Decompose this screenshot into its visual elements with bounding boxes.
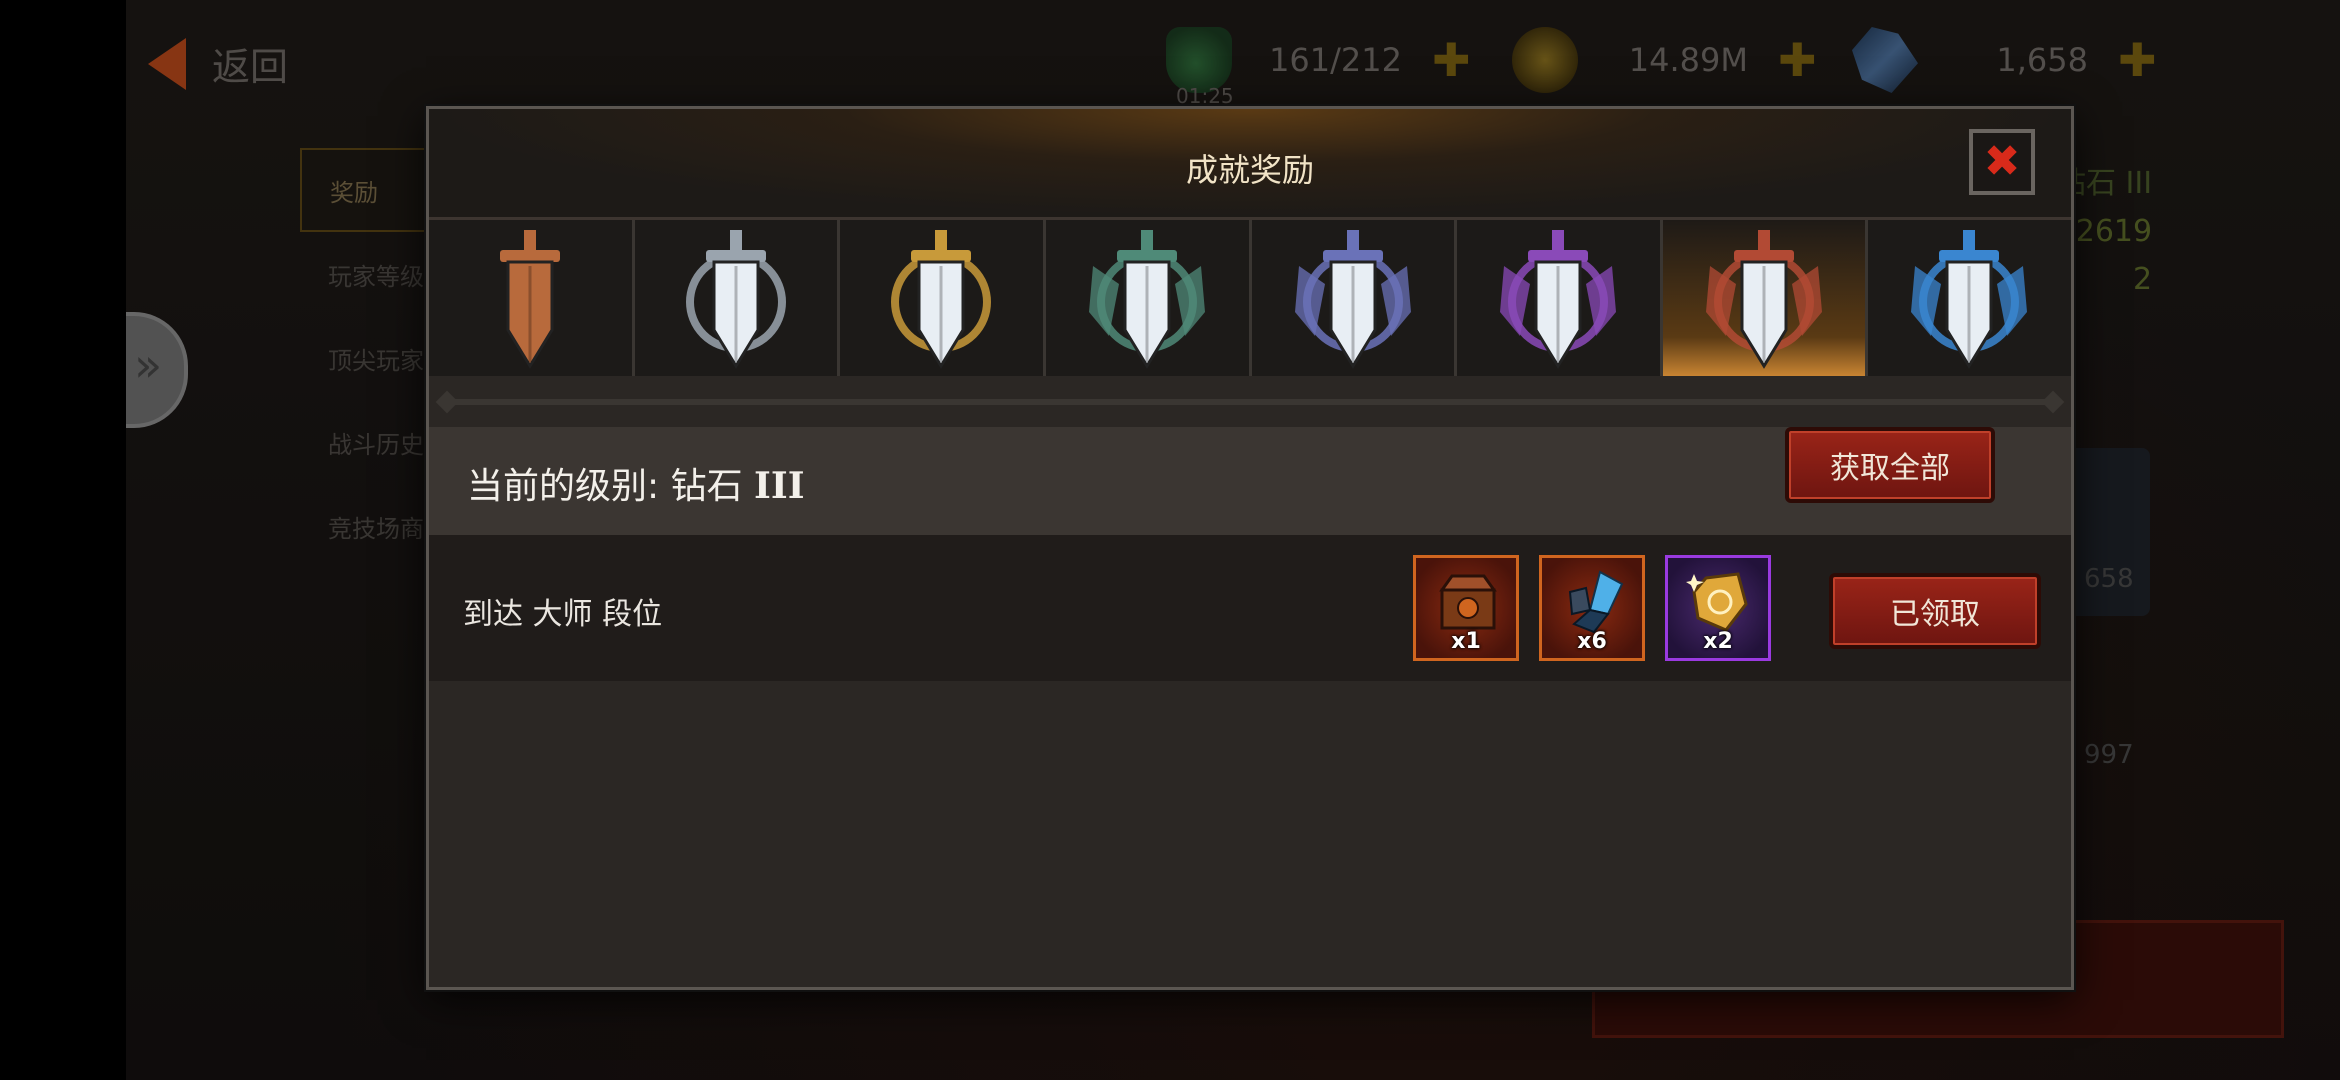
gold-tier-emblem-icon [891,230,992,369]
claimed-button[interactable]: 已领取 [1829,573,2041,649]
amethyst-tier-emblem-icon [1500,230,1617,369]
reward-qty: x1 [1451,629,1481,654]
tier-tab-5[interactable] [1251,220,1458,376]
tier-tab-6[interactable] [1457,220,1663,376]
current-level-prefix: 当前的级别: 钻石 [467,466,755,507]
tier-progress-bar [445,399,2055,405]
current-level-label: 当前的级别: 钻石 III [467,457,805,509]
master-tier-emblem-icon [1911,230,2028,369]
tier-tab-7[interactable] [1662,220,1869,376]
chest-icon [1439,574,1497,630]
claim-all-button[interactable]: 获取全部 [1785,427,1995,503]
reward-item-chest[interactable]: x1 [1413,555,1519,661]
close-icon: ✖ [1983,136,2021,187]
current-level-roman: III [754,465,805,507]
gold-shard-icon [1686,572,1748,632]
tier-tab-2[interactable] [634,220,841,376]
tier-tab-8[interactable] [1868,220,2071,376]
crystal-icon [1568,570,1624,634]
platinum-tier-emblem-icon [1088,230,1205,369]
tier-tab-3[interactable] [840,220,1046,376]
reward-requirement: 到达 大师 段位 [463,597,663,632]
tier-tabs [429,220,2071,376]
tier-tab-1[interactable] [429,220,635,376]
tier-tab-4[interactable] [1045,220,1252,376]
reward-item-crystal[interactable]: x6 [1539,555,1645,661]
close-button[interactable]: ✖ [1969,129,2035,195]
reward-row: 到达 大师 段位 x1 x6 x2 已领取 [429,535,2071,681]
reward-item-gold-shard[interactable]: x2 [1665,555,1771,661]
reward-qty: x6 [1577,629,1607,654]
achievement-rewards-modal: 成就奖励 ✖ 当前的级别: 钻石 III 获取全部 到达 大师 段位 x1 x6 [426,106,2074,990]
reward-qty: x2 [1703,629,1733,654]
sapphire-tier-emblem-icon [1294,230,1411,369]
bronze-tier-emblem-icon [500,230,560,369]
modal-header: 成就奖励 ✖ [429,109,2071,220]
modal-title: 成就奖励 [1185,151,1314,189]
diamond-tier-emblem-icon [1705,230,1822,369]
silver-tier-emblem-icon [685,230,786,369]
